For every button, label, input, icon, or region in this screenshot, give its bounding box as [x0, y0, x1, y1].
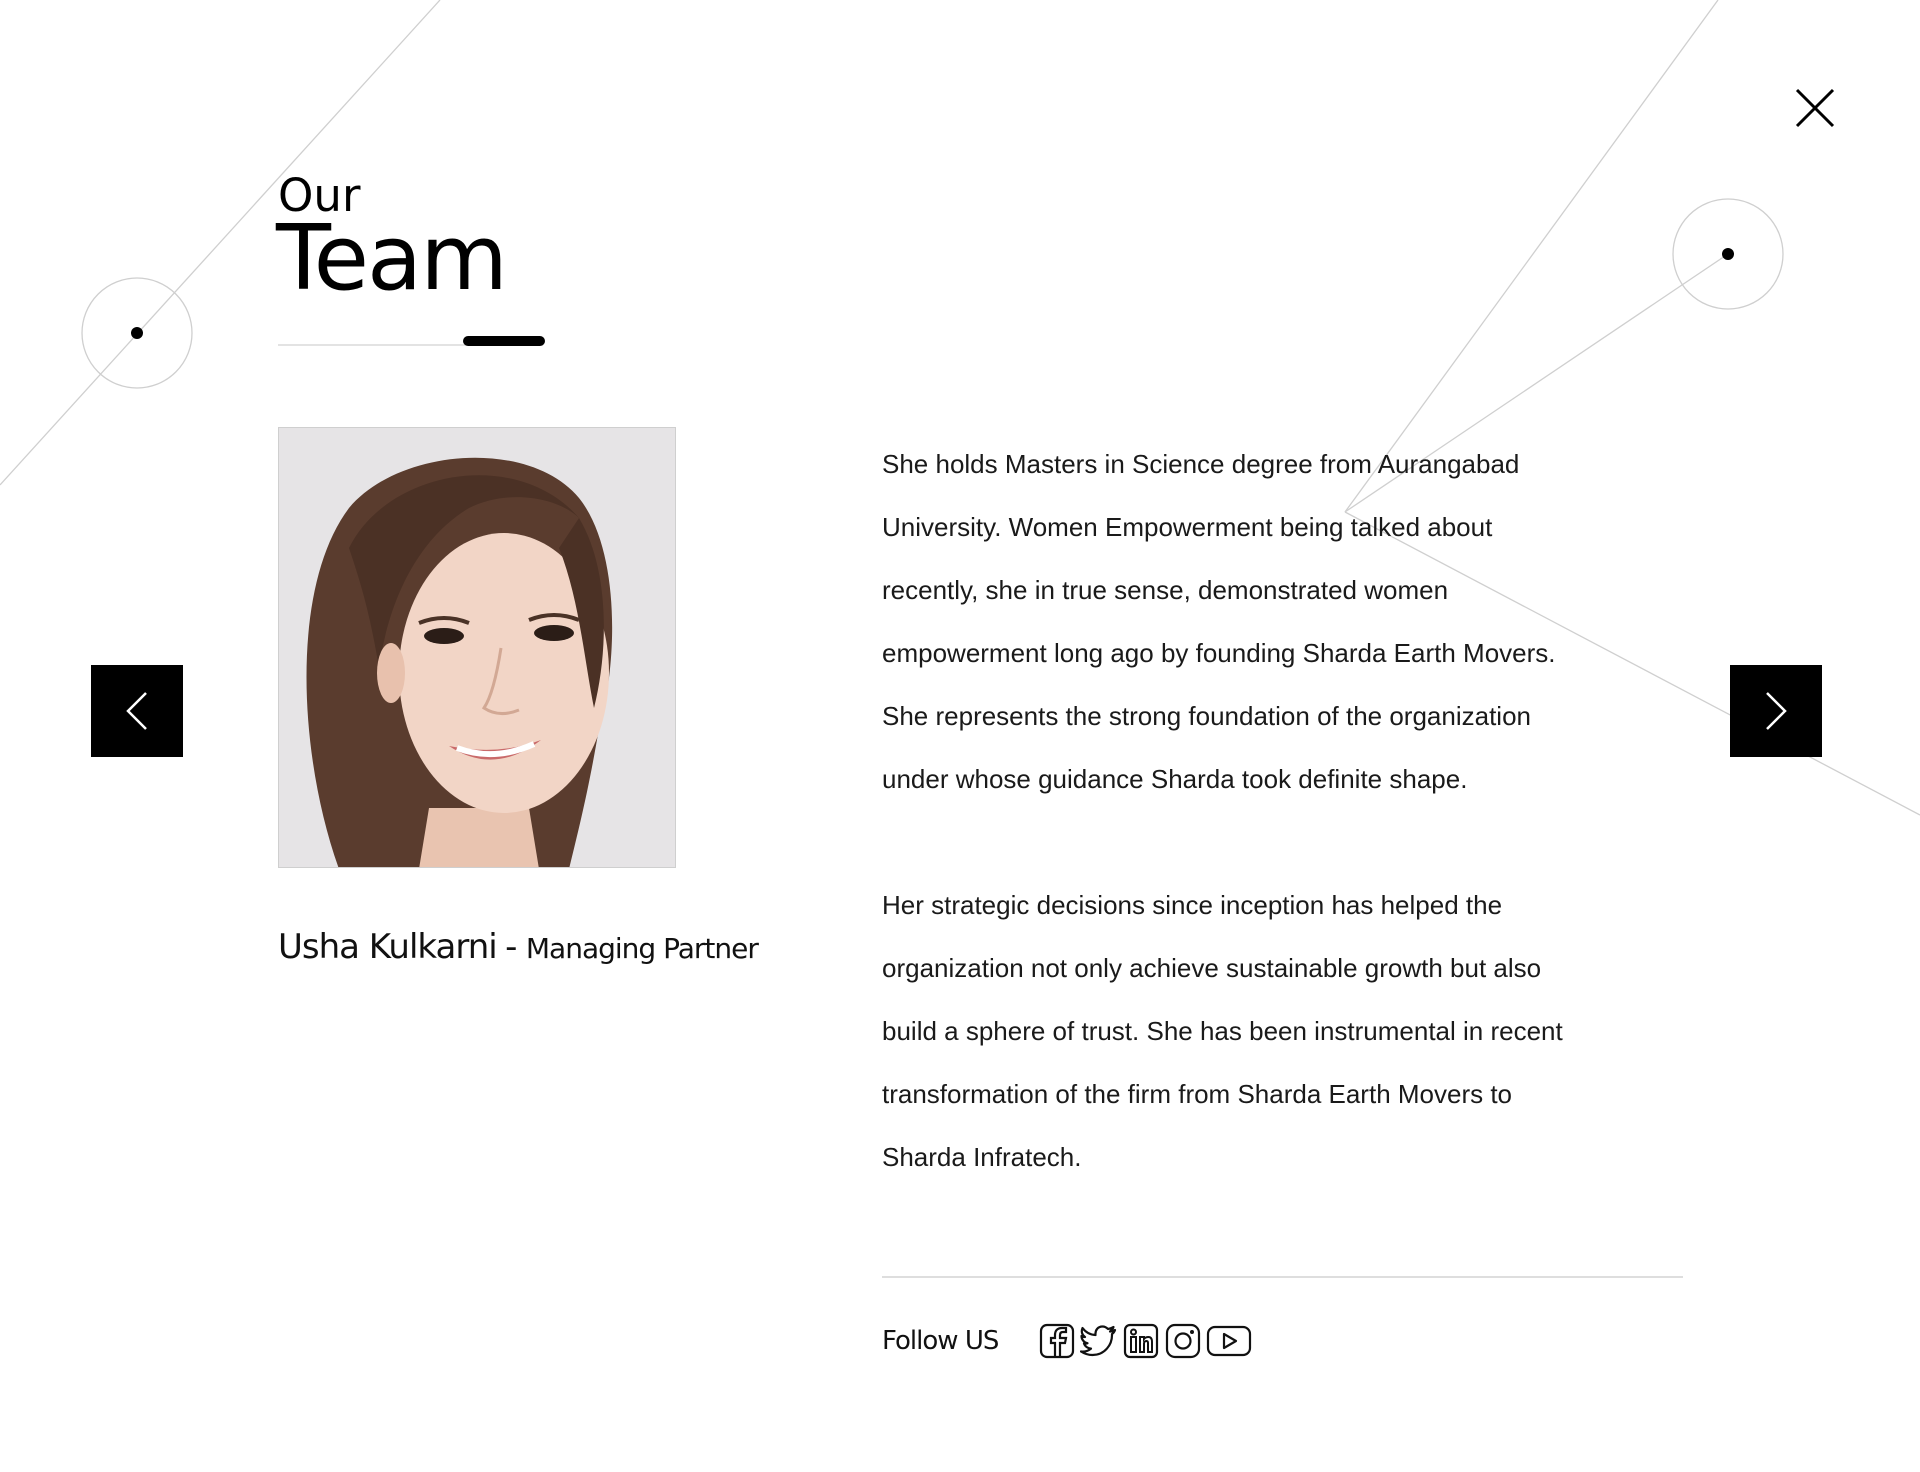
heading-accent-bar [463, 336, 545, 346]
bio-paragraph: Her strategic decisions since inception … [882, 890, 1563, 1172]
member-title: Usha Kulkarni - Managing Partner [278, 927, 759, 967]
close-icon [1795, 88, 1835, 128]
instagram-icon[interactable] [1164, 1322, 1202, 1360]
member-name: Usha Kulkarni [278, 927, 498, 967]
chevron-left-icon [126, 692, 147, 730]
member-separator: - [505, 927, 518, 967]
social-links [1038, 1322, 1252, 1360]
follow-section: Follow US [882, 1322, 1252, 1360]
next-button[interactable] [1730, 665, 1822, 757]
member-role: Managing Partner [525, 932, 759, 965]
member-bio: She holds Masters in Science degree from… [882, 433, 1582, 1189]
close-button[interactable] [1793, 86, 1837, 130]
twitter-icon[interactable] [1080, 1322, 1118, 1360]
member-photo [278, 427, 676, 868]
page-title: Team [276, 206, 508, 311]
chevron-right-icon [1766, 692, 1787, 730]
follow-label: Follow US [882, 1326, 999, 1356]
linkedin-icon[interactable] [1122, 1322, 1160, 1360]
divider [882, 1276, 1683, 1278]
bio-paragraph: She holds Masters in Science degree from… [882, 449, 1556, 794]
youtube-icon[interactable] [1206, 1322, 1252, 1360]
facebook-icon[interactable] [1038, 1322, 1076, 1360]
previous-button[interactable] [91, 665, 183, 757]
